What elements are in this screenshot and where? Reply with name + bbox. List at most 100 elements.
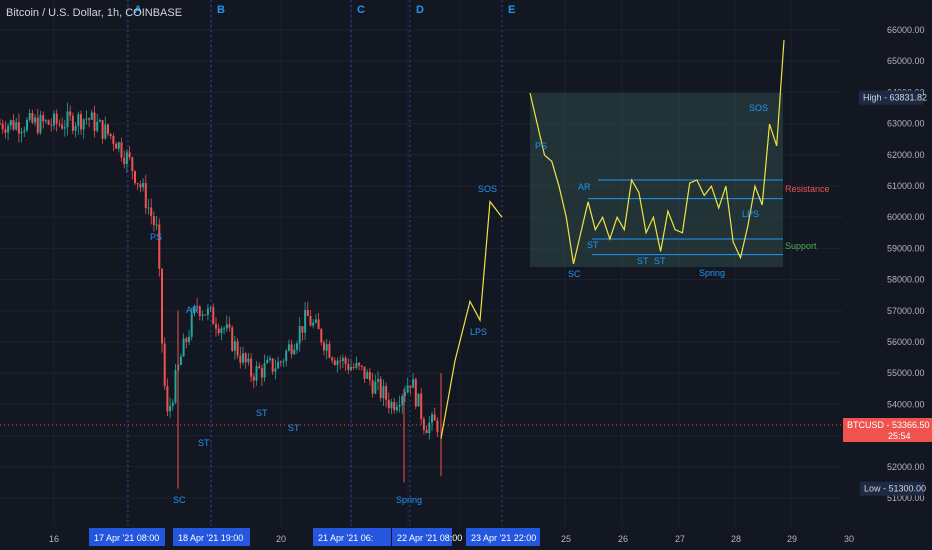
candle-body	[4, 129, 7, 133]
last-price-label: BTCUSD - 53366.50	[847, 420, 930, 430]
time-tick-label: 20	[276, 534, 286, 544]
candle-body	[163, 343, 166, 386]
candle-body	[412, 379, 415, 388]
candle-body	[252, 376, 255, 381]
candle-body	[169, 406, 172, 412]
candle-body	[171, 402, 174, 407]
candle-body	[77, 114, 80, 127]
phase-label-c: C	[357, 4, 365, 16]
price-tick-label: 63000.00	[887, 119, 925, 129]
time-highlight-label: 18 Apr '21 19:00	[178, 533, 243, 543]
candle-body	[206, 308, 209, 316]
time-highlight-label: 23 Apr '21 22:00	[471, 533, 536, 543]
candle-body	[36, 117, 39, 133]
candle-body	[128, 152, 131, 158]
candle-body	[255, 366, 258, 381]
candle-body	[17, 122, 20, 134]
candle-body	[201, 314, 204, 316]
candle-body	[50, 124, 53, 126]
candle-body	[355, 363, 358, 368]
candle-body	[225, 324, 228, 329]
candle-body	[390, 402, 393, 409]
time-axis[interactable]: 16 20 25 26 27 28 29 30 17 Apr '21 08:00 18 Apr '…	[0, 526, 854, 550]
schematic-label: LPS	[742, 209, 759, 219]
candle-body	[293, 349, 296, 355]
candle-body	[341, 357, 344, 362]
price-tick-label: 55000.00	[887, 368, 925, 378]
candle-body	[344, 357, 347, 364]
candle-body	[53, 113, 55, 126]
candle-body	[274, 368, 277, 372]
time-tick-label: 27	[675, 534, 685, 544]
candle-body	[223, 328, 226, 330]
time-tick-label: 28	[731, 534, 741, 544]
candle-body	[47, 120, 50, 125]
candle-body	[244, 353, 247, 363]
time-highlight-label: 17 Apr '21 08:00	[94, 533, 159, 543]
phase-label-d: D	[416, 4, 424, 16]
candle-body	[433, 414, 436, 421]
candle-body	[209, 307, 212, 309]
candle-body	[385, 386, 388, 400]
candle-body	[188, 336, 190, 343]
candle-body	[131, 157, 134, 172]
price-tick-label: 61000.00	[887, 181, 925, 191]
candle-body	[323, 342, 325, 351]
candle-body	[39, 115, 42, 133]
candle-body	[377, 378, 379, 382]
candle-body	[12, 120, 15, 130]
phase-label-e: E	[508, 4, 515, 16]
price-axis[interactable]: 66000.0065000.0064000.0063000.0062000.00…	[843, 0, 932, 526]
candle-body	[328, 344, 331, 358]
price-tick-label: 66000.00	[887, 25, 925, 35]
candle-body	[136, 183, 139, 185]
candle-body	[174, 370, 177, 403]
schematic-label: ST	[637, 256, 649, 266]
candle-body	[271, 358, 274, 372]
candle-body	[301, 326, 304, 333]
candle-body	[425, 429, 428, 434]
candle-body	[366, 372, 369, 379]
candle-body	[379, 378, 382, 398]
candle-body	[71, 115, 74, 131]
candle-body	[233, 341, 236, 351]
candle-body	[204, 314, 207, 316]
schematic-label: ST	[654, 256, 666, 266]
candle-body	[290, 344, 293, 355]
price-tick-label: 60000.00	[887, 212, 925, 222]
candle-body	[166, 385, 169, 412]
candle-body	[190, 313, 193, 337]
candle-body	[90, 112, 93, 120]
candle-body	[395, 406, 398, 411]
candle-body	[242, 353, 244, 363]
time-highlight-label: 22 Apr '21 08:00	[397, 533, 462, 543]
candle-body	[279, 361, 282, 363]
candle-body	[309, 316, 312, 326]
candle-body	[123, 157, 126, 165]
candle-body	[179, 356, 182, 366]
candle-body	[55, 113, 58, 124]
time-tick-label: 30	[844, 534, 854, 544]
candle-body	[298, 326, 301, 344]
candle-body	[333, 360, 336, 365]
candle-body	[115, 143, 118, 149]
candle-body	[401, 396, 404, 405]
candle-body	[144, 183, 147, 208]
candle-body	[117, 142, 120, 149]
candle-body	[9, 120, 12, 126]
candle-body	[422, 418, 425, 430]
candle-body	[147, 207, 150, 209]
candle-body	[212, 307, 215, 325]
time-highlight-label: 21 Apr '21 06:	[318, 533, 373, 543]
candle-body	[247, 358, 250, 363]
candle-body	[320, 329, 323, 343]
price-tick-label: 59000.00	[887, 243, 925, 253]
candle-body	[74, 126, 77, 131]
candle-body	[0, 123, 1, 125]
candle-body	[314, 319, 317, 323]
low-label: Low - 51300.00	[864, 484, 926, 494]
chart[interactable]: ABCDE PSSCARSTST STSpringLPSSOSResistance…	[0, 0, 932, 550]
candle-body	[306, 310, 309, 317]
candle-body	[325, 344, 328, 351]
price-tick-label: 57000.00	[887, 306, 925, 316]
